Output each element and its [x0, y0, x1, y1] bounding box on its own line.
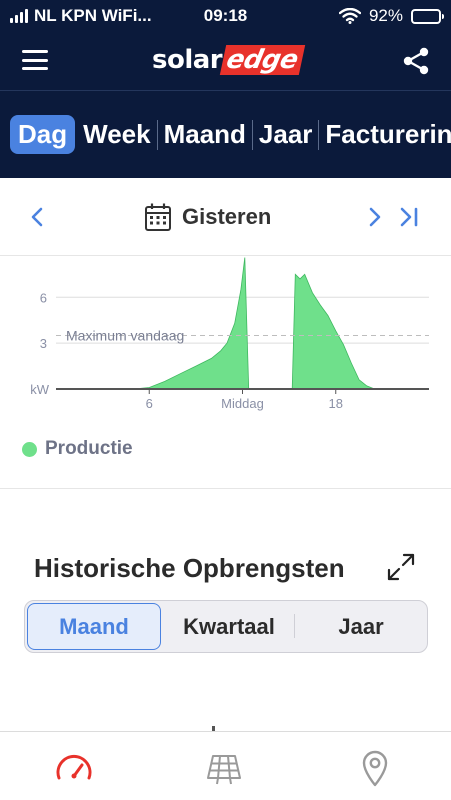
- y-tick-label: 3: [40, 336, 47, 351]
- share-icon[interactable]: [401, 46, 431, 76]
- calendar-icon: [145, 203, 171, 231]
- section-divider: [0, 488, 451, 489]
- battery-percentage: 92%: [368, 6, 403, 25]
- date-label: Gisteren: [182, 204, 272, 229]
- hamburger-icon[interactable]: [22, 50, 48, 70]
- y-tick-label: 6: [40, 290, 47, 305]
- production-chart: 6 3 kW Maximum vandaag 6 Middag 18: [30, 257, 429, 411]
- bottom-navigation: [0, 731, 451, 800]
- x-tick-label: 6: [146, 396, 153, 411]
- skip-to-end-icon[interactable]: [398, 206, 420, 228]
- historic-period-selector: Maand Kwartaal Jaar: [24, 600, 428, 653]
- status-bar: NL KPN WiFi... 09:18 92%: [0, 0, 451, 32]
- chevron-right-icon[interactable]: [368, 206, 382, 228]
- x-tick-label: Middag: [221, 396, 264, 411]
- speedometer-icon[interactable]: [54, 748, 94, 788]
- x-tick-label: 18: [329, 396, 343, 411]
- tab-facturering[interactable]: Facturerin: [319, 115, 451, 154]
- production-area: [133, 257, 375, 390]
- solar-panel-icon[interactable]: [204, 748, 244, 788]
- date-picker[interactable]: Gisteren: [144, 202, 271, 232]
- logo-solar-text: solar: [152, 45, 223, 75]
- period-tabs-bar: Dag Week Maand Jaar Facturerin: [0, 90, 451, 178]
- app-bar: solar edge: [0, 32, 451, 90]
- tab-dag[interactable]: Dag: [10, 115, 76, 154]
- tab-jaar[interactable]: Jaar: [253, 115, 319, 154]
- tab-week[interactable]: Week: [77, 115, 156, 154]
- tab-maand[interactable]: Maand: [158, 115, 252, 154]
- wifi-icon: [338, 8, 361, 24]
- y-unit-label: kW: [30, 382, 50, 397]
- expand-icon[interactable]: [386, 552, 416, 582]
- period-tabs: Dag Week Maand Jaar Facturerin: [10, 115, 451, 154]
- maximum-reference-label: Maximum vandaag: [66, 327, 184, 343]
- location-pin-icon[interactable]: [355, 748, 395, 788]
- legend-dot: [22, 441, 37, 457]
- logo-edge-text: edge: [219, 45, 305, 75]
- battery-icon: [411, 8, 444, 24]
- legend-label: Productie: [45, 438, 133, 459]
- segment-jaar[interactable]: Jaar: [295, 601, 427, 652]
- segment-maand[interactable]: Maand: [27, 603, 161, 650]
- date-navigation: Gisteren: [0, 178, 451, 256]
- chart-legend: Productie: [22, 438, 133, 460]
- solaredge-logo: solar edge: [152, 44, 305, 76]
- segment-kwartaal[interactable]: Kwartaal: [163, 601, 295, 652]
- historic-title: Historische Opbrengsten: [34, 553, 345, 583]
- status-right: 92%: [338, 6, 444, 26]
- chevron-left-icon[interactable]: [30, 206, 44, 228]
